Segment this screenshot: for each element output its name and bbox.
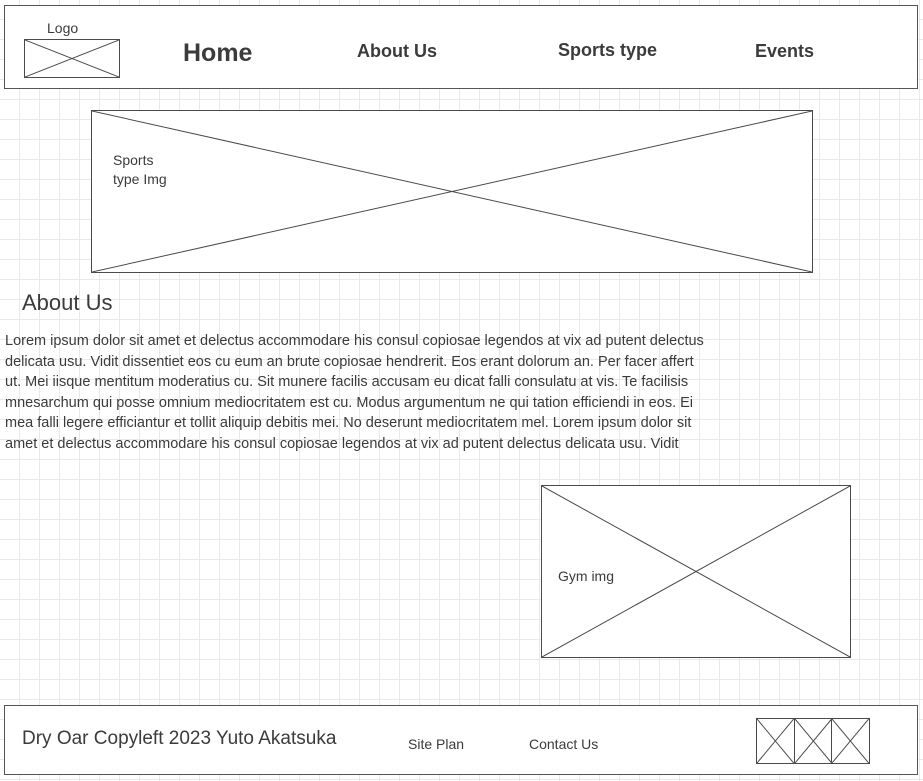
social-placeholder-icon-2[interactable] (793, 718, 833, 764)
cross-box-icon (795, 719, 832, 763)
cross-box-icon (832, 719, 869, 763)
nav-item-home[interactable]: Home (183, 39, 252, 68)
footer-link-contact-us[interactable]: Contact Us (529, 736, 598, 752)
gym-image-label: Gym img (558, 568, 614, 584)
about-section-body: Lorem ipsum dolor sit amet et delectus a… (5, 333, 704, 452)
footer-link-site-plan[interactable]: Site Plan (408, 736, 464, 752)
about-section-heading: About Us (22, 290, 113, 315)
sports-type-image-label: Sports type Img (113, 152, 167, 187)
gym-image-placeholder[interactable]: Gym img (541, 485, 851, 658)
footer-copyright: Dry Oar Copyleft 2023 Yuto Akatsuka (22, 728, 337, 749)
social-placeholder-icon-3[interactable] (831, 718, 871, 764)
nav-item-sports-type[interactable]: Sports type (558, 40, 657, 61)
logo-image-placeholder[interactable] (24, 39, 120, 78)
site-footer: Dry Oar Copyleft 2023 Yuto Akatsuka Site… (4, 705, 918, 775)
image-placeholder-icon (25, 40, 119, 77)
sports-type-image-placeholder[interactable]: Sports type Img (91, 110, 813, 273)
site-header: Logo Home About Us Sports type Events (4, 5, 918, 89)
nav-item-events[interactable]: Events (755, 41, 814, 62)
social-icons-group (756, 718, 871, 764)
image-placeholder-icon (92, 111, 812, 272)
logo-label: Logo (47, 20, 79, 36)
cross-box-icon (757, 719, 794, 763)
nav-item-about-us[interactable]: About Us (357, 41, 437, 62)
social-placeholder-icon-1[interactable] (756, 718, 795, 764)
